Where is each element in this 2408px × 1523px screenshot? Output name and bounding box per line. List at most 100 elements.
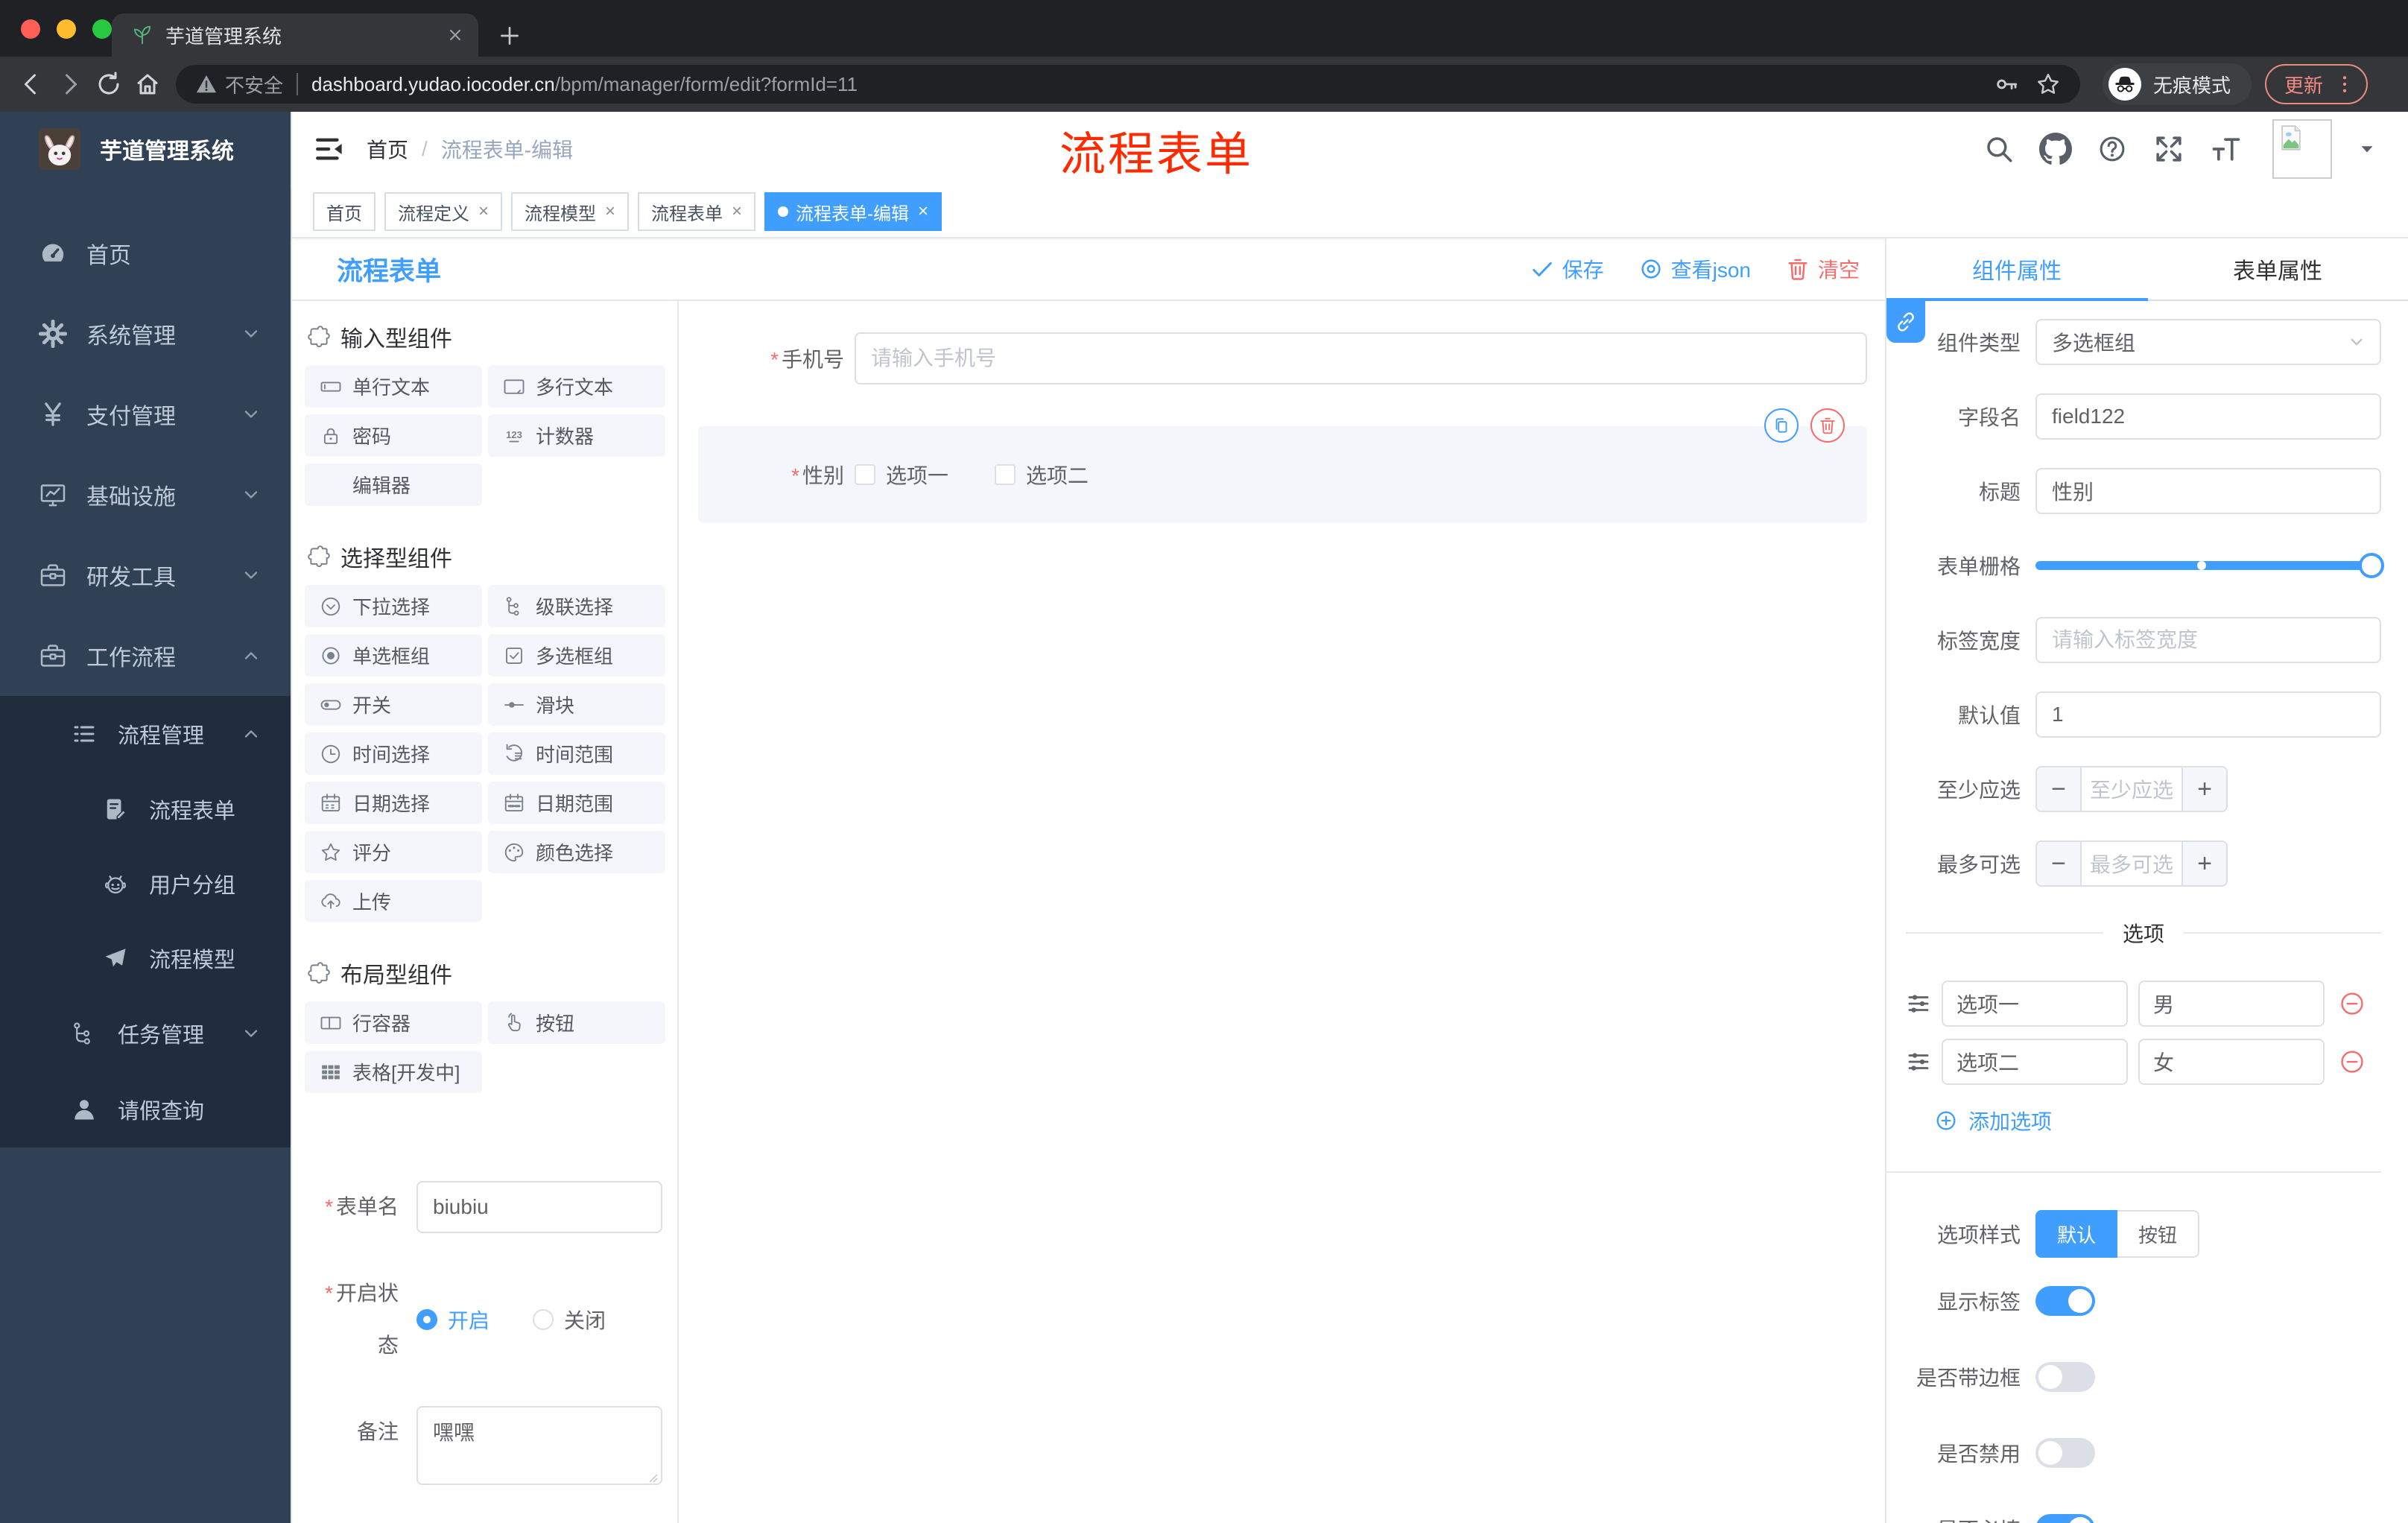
help-icon[interactable] [2095,132,2129,166]
toggle-switch[interactable] [2035,1362,2095,1392]
toggle-switch[interactable] [2035,1514,2095,1523]
copy-component-button[interactable] [1764,408,1799,443]
sidebar-item-流程模型[interactable]: 流程模型 [0,921,291,995]
new-tab-button[interactable] [498,24,522,48]
canvas-field-gender-selected[interactable]: * 性别 选项一 选项二 [698,408,1867,523]
stepper-decrease-button[interactable]: − [2037,842,2082,885]
clear-button[interactable]: 清空 [1785,254,1860,284]
option-label-input[interactable] [1942,981,2128,1027]
avatar-caret-down-icon[interactable] [2354,136,2380,162]
browser-tab[interactable]: 芋道管理系统 [112,13,478,57]
tags-view-tab[interactable]: 流程表单-编辑 × [764,192,942,231]
drag-handle-icon[interactable] [1906,1049,1931,1074]
sidebar-fold-icon[interactable] [308,128,350,170]
component-chip[interactable]: 密码 [305,414,482,457]
tags-view-tab[interactable]: 流程表单 × [638,192,756,231]
component-chip[interactable]: 级联选择 [488,585,665,627]
tags-view-tab[interactable]: 流程定义 × [384,192,503,231]
stepper-value[interactable]: 至少应选 [2082,767,2182,811]
browser-menu-dots-icon[interactable] [2333,73,2356,95]
designer-canvas[interactable]: *手机号 *性别 选项一 选项二 [679,301,1885,1523]
avatar[interactable] [2272,119,2332,179]
github-icon[interactable] [2038,132,2073,166]
component-chip[interactable]: 开关 [305,683,482,726]
checkbox-box[interactable] [855,464,875,485]
phone-input[interactable] [855,332,1867,384]
checkbox-option[interactable]: 选项二 [995,460,1089,490]
component-chip[interactable]: 按钮 [488,1001,665,1044]
sidebar-item-基础设施[interactable]: 基础设施 [0,455,291,535]
component-chip[interactable]: 颜色选择 [488,831,665,873]
maximize-window-button[interactable] [92,19,112,39]
component-chip[interactable]: 表格[开发中] [305,1051,482,1093]
form-name-input[interactable] [416,1181,662,1233]
remove-option-icon[interactable] [2338,990,2366,1018]
component-chip[interactable]: 时间范围 [488,732,665,775]
sidebar-item-系统管理[interactable]: 系统管理 [0,294,291,374]
stepper-increase-button[interactable]: + [2182,842,2226,885]
component-chip[interactable]: 滑块 [488,683,665,726]
label-width-input[interactable] [2035,617,2381,663]
sidebar-item-研发工具[interactable]: 研发工具 [0,535,291,615]
sidebar-item-支付管理[interactable]: 支付管理 [0,374,291,455]
canvas-field-phone[interactable]: * 手机号 [698,332,1867,384]
component-chip[interactable]: 多选框组 [488,634,665,677]
tab-form-props[interactable]: 表单属性 [2147,238,2408,300]
field-name-input[interactable] [2035,393,2381,440]
checkbox-box[interactable] [995,464,1016,485]
minimize-window-button[interactable] [57,19,76,39]
component-chip[interactable]: 单选框组 [305,634,482,677]
component-chip[interactable]: 下拉选择 [305,585,482,627]
sidebar-item-流程表单[interactable]: 流程表单 [0,772,291,846]
form-remark-textarea[interactable] [416,1406,662,1485]
style-option-按钮[interactable]: 按钮 [2117,1210,2199,1258]
close-window-button[interactable] [21,19,40,39]
security-label[interactable]: 不安全 [225,71,283,98]
component-chip[interactable]: 上传 [305,880,482,922]
slider-track[interactable] [2035,561,2381,570]
sidebar-item-用户分组[interactable]: 用户分组 [0,846,291,921]
home-icon[interactable] [128,65,167,104]
save-button[interactable]: 保存 [1530,254,1604,284]
tags-view-tab[interactable]: 首页 [313,192,376,231]
toggle-switch[interactable] [2035,1286,2095,1316]
stepper-increase-button[interactable]: + [2182,767,2226,811]
component-chip[interactable]: 时间选择 [305,732,482,775]
window-controls[interactable] [21,19,112,39]
sidebar-item-任务管理[interactable]: 任务管理 [0,995,291,1071]
breadcrumb-home[interactable]: 首页 [367,134,408,164]
component-chip[interactable]: 评分 [305,831,482,873]
component-chip[interactable]: 多行文本 [488,365,665,408]
back-icon[interactable] [12,65,51,104]
textarea-resize-grip[interactable] [646,1471,658,1483]
tab-close-icon[interactable]: × [918,201,928,222]
component-chip[interactable]: 单行文本 [305,365,482,408]
bookmark-star-icon[interactable] [2035,72,2061,97]
option-label-input[interactable] [1942,1039,2128,1085]
tab-close-icon[interactable]: × [605,201,615,222]
view-json-button[interactable]: 查看json [1638,254,1751,284]
fullscreen-icon[interactable] [2152,132,2186,166]
radio-关闭[interactable]: 关闭 [533,1305,606,1334]
option-value-input[interactable] [2138,1039,2325,1085]
tab-close-icon[interactable] [446,25,465,45]
slider-handle[interactable] [2359,553,2384,578]
password-key-icon[interactable] [1994,72,2019,97]
data-link-tag[interactable] [1886,301,1925,343]
tab-component-props[interactable]: 组件属性 [1886,238,2147,300]
component-chip[interactable]: 日期范围 [488,782,665,824]
tags-view-tab[interactable]: 流程模型 × [511,192,630,231]
radio-开启[interactable]: 开启 [416,1305,489,1334]
component-chip[interactable]: 行容器 [305,1001,482,1044]
delete-component-button[interactable] [1810,408,1845,443]
tab-close-icon[interactable]: × [732,201,742,222]
title-input[interactable] [2035,468,2381,514]
form-grid-slider[interactable] [2035,542,2384,589]
font-size-icon[interactable] [2208,132,2243,166]
reload-icon[interactable] [89,65,128,104]
toggle-switch[interactable] [2035,1438,2095,1468]
drag-handle-icon[interactable] [1906,991,1931,1016]
browser-update-button[interactable]: 更新 [2265,64,2369,104]
style-option-默认[interactable]: 默认 [2035,1210,2117,1258]
tab-close-icon[interactable]: × [478,201,489,222]
